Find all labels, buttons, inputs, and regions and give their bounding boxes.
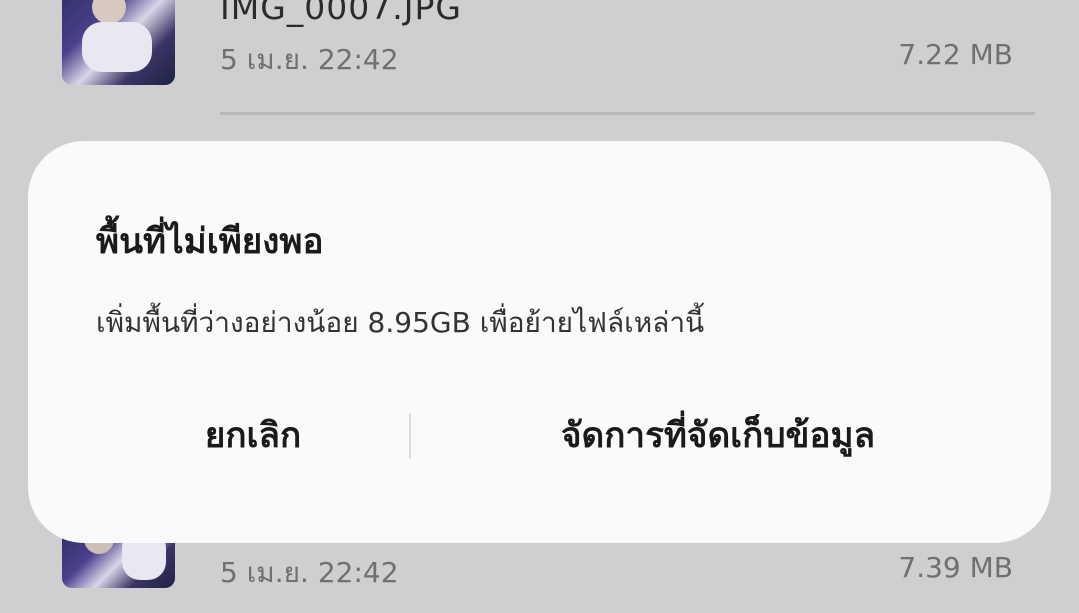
manage-storage-button[interactable]: จัดการที่จัดเก็บข้อมูล [448, 411, 988, 461]
dialog-actions: ยกเลิก จัดการที่จัดเก็บข้อมูล [28, 411, 1051, 461]
file-size: 7.39 MB [898, 551, 1013, 584]
dialog-message: เพิ่มพื้นที่ว่างอย่างน้อย 8.95GB เพื่อย้… [96, 306, 705, 339]
dialog-title: พื้นที่ไม่เพียงพอ [96, 222, 324, 262]
list-divider [220, 112, 1035, 115]
file-date: 5 เม.ย. 22:42 [220, 556, 399, 589]
cancel-button[interactable]: ยกเลิก [138, 411, 368, 461]
button-separator [409, 413, 411, 459]
file-name: IMG_0007.JPG [220, 0, 462, 27]
file-list-item[interactable]: IMG_0007.JPG 5 เม.ย. 22:42 7.22 MB [0, 0, 1079, 120]
file-size: 7.22 MB [898, 38, 1013, 71]
insufficient-storage-dialog: พื้นที่ไม่เพียงพอ เพิ่มพื้นที่ว่างอย่างน… [28, 141, 1051, 543]
file-date: 5 เม.ย. 22:42 [220, 43, 399, 76]
file-thumbnail [62, 0, 175, 85]
